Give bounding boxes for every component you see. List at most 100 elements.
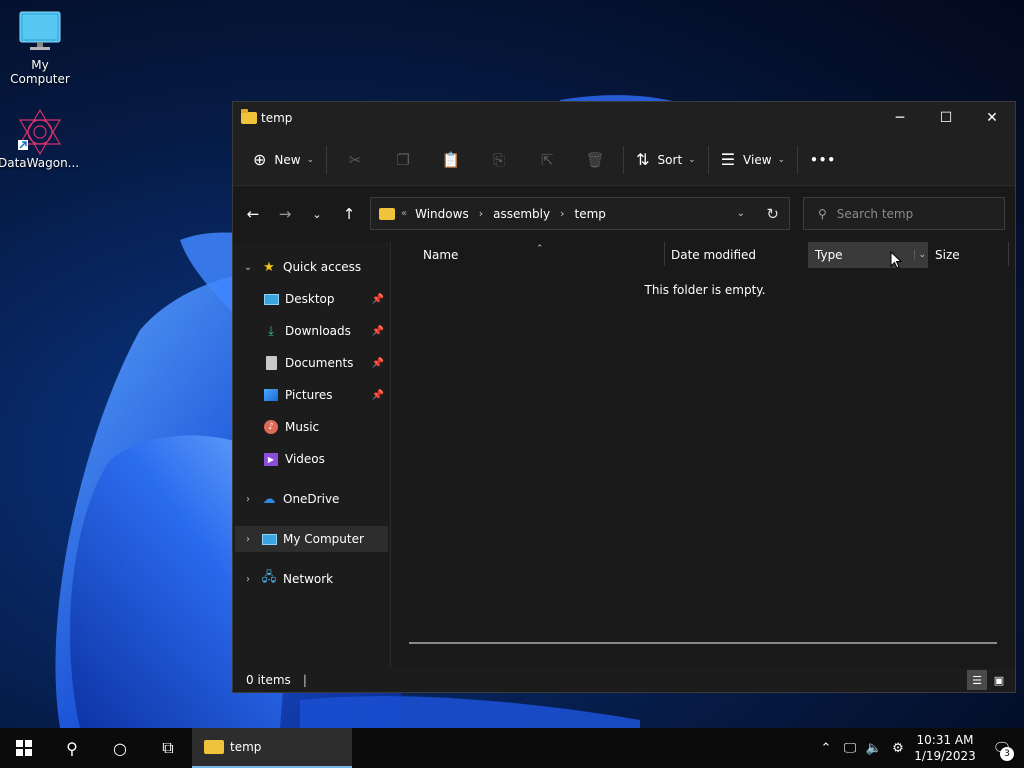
sidebar-item-music[interactable]: ♪ Music <box>235 414 388 440</box>
forward-arrow-icon[interactable]: → <box>269 198 301 230</box>
maximize-button[interactable]: ☐ <box>923 102 969 134</box>
notification-center-button[interactable]: 🗨 3 <box>980 728 1024 768</box>
sort-ascending-icon: ⌃ <box>536 244 544 254</box>
rename-icon[interactable]: ⎘ <box>475 144 523 176</box>
copy-icon[interactable]: ❐ <box>379 144 427 176</box>
file-list-pane: Name ⌃ Date modified Type ⌄ Size This fo… <box>391 242 1015 672</box>
chevron-right-icon: › <box>560 207 565 220</box>
breadcrumb-temp[interactable]: temp <box>575 207 606 221</box>
pin-icon: 📌 <box>371 357 384 369</box>
notification-count-badge: 3 <box>1000 747 1014 761</box>
sort-arrows-icon: ⇅ <box>636 150 650 169</box>
datawagon-app-icon <box>16 108 62 156</box>
search-input[interactable]: ⚲ Search temp <box>803 197 1005 230</box>
sidebar-item-label: OneDrive <box>283 492 340 506</box>
cut-icon[interactable]: ✂ <box>331 144 379 176</box>
clock[interactable]: 10:31 AM 1/19/2023 <box>910 732 980 764</box>
sidebar-item-pictures[interactable]: Pictures 📌 <box>235 382 388 408</box>
up-arrow-icon[interactable]: ↑ <box>333 198 365 230</box>
minimize-button[interactable]: ─ <box>877 102 923 134</box>
folder-icon <box>379 207 395 220</box>
breadcrumb-assembly[interactable]: assembly <box>493 207 550 221</box>
search-icon[interactable]: ⚲ <box>48 728 96 768</box>
back-arrow-icon[interactable]: ← <box>237 198 269 230</box>
paste-icon[interactable]: 📋 <box>427 144 475 176</box>
more-options-button[interactable]: ••• <box>802 144 844 176</box>
sidebar-item-documents[interactable]: Documents 📌 <box>235 350 388 376</box>
chevron-up-icon[interactable]: ⌃ <box>814 728 838 768</box>
sidebar-item-label: Network <box>283 572 334 586</box>
monitor-icon <box>261 531 277 547</box>
cortana-circle-icon[interactable]: ○ <box>96 728 144 768</box>
sidebar-item-videos[interactable]: ▶ Videos <box>235 446 388 472</box>
sidebar-item-label: Documents <box>285 356 354 370</box>
sidebar-item-label: Downloads <box>285 324 351 338</box>
music-icon: ♪ <box>263 419 279 435</box>
gear-icon[interactable]: ⚙ <box>886 728 910 768</box>
overflow-crumb[interactable]: « <box>401 208 407 219</box>
delete-icon[interactable]: 🗑 <box>571 144 619 176</box>
address-dropdown-chevron-icon[interactable]: ⌄ <box>737 208 745 219</box>
network-tray-icon[interactable]: 🖵 <box>838 728 862 768</box>
windows-logo-icon <box>16 740 32 756</box>
sidebar-item-label: Desktop <box>285 292 335 306</box>
chevron-right-icon[interactable]: › <box>241 574 255 585</box>
sidebar-item-downloads[interactable]: ⤓ Downloads 📌 <box>235 318 388 344</box>
video-icon: ▶ <box>263 451 279 467</box>
pictures-icon <box>263 387 279 403</box>
title-bar[interactable]: temp ─ ☐ ✕ <box>233 102 1015 134</box>
refresh-icon[interactable]: ↻ <box>766 205 779 223</box>
window-title: temp <box>261 111 293 125</box>
command-bar: ⊕ New ⌄ ✂ ❐ 📋 ⎘ ⇱ 🗑 ⇅ Sort ⌄ ☰ View ⌄ ••… <box>233 134 1015 186</box>
column-header-date-modified[interactable]: Date modified <box>671 242 801 268</box>
clock-date: 1/19/2023 <box>914 749 976 763</box>
column-header-size[interactable]: Size <box>935 242 1005 268</box>
sidebar-item-network[interactable]: › 🖧 Network <box>235 566 388 592</box>
address-bar[interactable]: « Windows › assembly › temp ⌄ ↻ <box>370 197 790 230</box>
column-divider[interactable] <box>1008 242 1009 266</box>
share-icon[interactable]: ⇱ <box>523 144 571 176</box>
sidebar-item-quick-access[interactable]: ⌄ ★ Quick access <box>235 254 388 280</box>
new-label: New <box>274 152 301 167</box>
chevron-right-icon[interactable]: › <box>241 534 255 545</box>
new-button[interactable]: ⊕ New ⌄ <box>245 144 322 176</box>
details-view-icon[interactable]: ☰ <box>967 670 987 690</box>
task-view-icon[interactable]: ⧉ <box>144 728 192 768</box>
view-button[interactable]: ☰ View ⌄ <box>713 144 793 176</box>
recent-locations-chevron-icon[interactable]: ⌄ <box>301 198 333 230</box>
taskbar-app-explorer[interactable]: temp <box>192 728 352 768</box>
close-button[interactable]: ✕ <box>969 102 1015 134</box>
chevron-right-icon[interactable]: › <box>241 494 255 505</box>
desktop-icon-datawagon[interactable]: DataWagon... <box>0 108 79 170</box>
cloud-icon: ☁ <box>262 491 276 507</box>
chevron-right-icon: › <box>478 207 484 220</box>
sidebar-item-label: Quick access <box>283 260 362 274</box>
divider <box>326 145 328 174</box>
sidebar-item-my-computer[interactable]: › My Computer <box>235 526 388 552</box>
divider <box>797 145 799 174</box>
column-filter-chevron-icon[interactable]: ⌄ <box>914 250 926 260</box>
column-header-type[interactable]: Type ⌄ <box>808 242 928 268</box>
large-icons-view-icon[interactable]: ▣ <box>989 670 1009 690</box>
document-icon <box>263 355 279 371</box>
volume-icon[interactable]: 🔈 <box>862 728 886 768</box>
search-icon: ⚲ <box>818 206 827 221</box>
taskbar: ⚲ ○ ⧉ temp ⌃ 🖵 🔈 ⚙ 10:31 AM 1/19/2023 🗨 … <box>0 728 1024 768</box>
sort-button[interactable]: ⇅ Sort ⌄ <box>628 144 704 176</box>
chevron-down-icon[interactable]: ⌄ <box>241 262 255 273</box>
column-divider[interactable] <box>664 242 665 266</box>
sidebar-item-onedrive[interactable]: › ☁ OneDrive <box>235 486 388 512</box>
horizontal-scrollbar[interactable] <box>409 642 997 644</box>
desktop-icon-my-computer[interactable]: My Computer <box>0 10 80 86</box>
start-button[interactable] <box>0 728 48 768</box>
breadcrumb-windows[interactable]: Windows <box>415 207 469 221</box>
chevron-down-icon: ⌄ <box>688 154 696 165</box>
sort-label: Sort <box>657 152 683 167</box>
pin-icon: 📌 <box>371 389 384 401</box>
empty-folder-message: This folder is empty. <box>644 283 766 297</box>
network-icon: 🖧 <box>261 570 277 585</box>
sidebar-item-desktop[interactable]: Desktop 📌 <box>235 286 388 312</box>
desktop-icon <box>263 291 279 307</box>
more-dots-icon: ••• <box>810 152 837 167</box>
clock-time: 10:31 AM <box>916 733 974 747</box>
